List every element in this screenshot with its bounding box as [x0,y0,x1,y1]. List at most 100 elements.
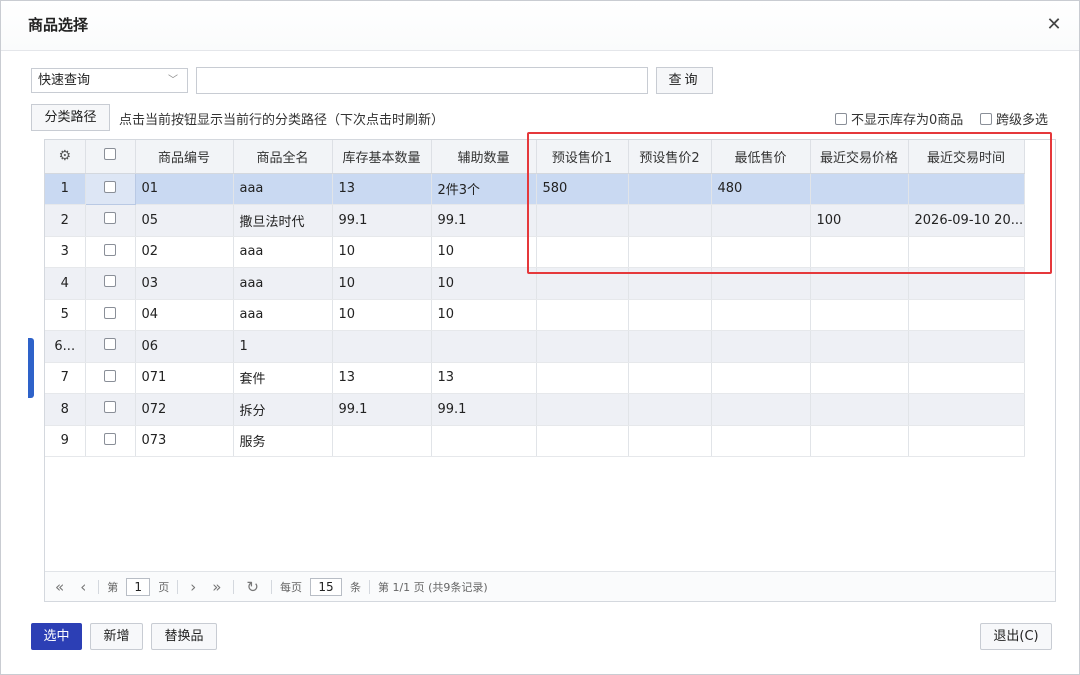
cell-aux-qty: 10 [431,236,537,268]
pager-divider [177,579,179,594]
cell-last-time [908,425,1025,457]
cell-code: 071 [135,362,234,394]
page-number-input[interactable]: 1 [126,577,151,596]
row-checkbox[interactable] [104,338,116,351]
cell-aux-qty: 2件3个 [431,173,537,205]
row-checkbox[interactable] [104,306,116,319]
gear-icon[interactable]: ⚙ [58,148,71,164]
row-checkbox[interactable] [104,369,116,382]
cell-price2 [628,204,712,237]
col-header-last-price[interactable]: 最近交易价格 [810,140,909,174]
product-grid: ⚙ 商品编号 商品全名 库存基本数量 辅助数量 预设售价1 预设售价2 最低售价… [44,139,1056,602]
per-page-input[interactable]: 15 [309,577,342,596]
side-collapse-handle[interactable] [28,338,34,398]
hide-zero-stock-checkbox[interactable] [835,112,847,125]
chevron-down-icon: ﹀ [168,75,178,86]
row-checkbox[interactable] [104,212,116,225]
row-select-cell[interactable] [85,267,136,300]
cell-stock-qty: 99.1 [332,204,432,237]
cell-name: 套件 [233,362,333,394]
cell-code: 04 [135,299,234,331]
row-select-cell[interactable] [85,204,136,237]
table-row[interactable]: 6... 06 1 [45,330,1025,363]
pager-divider [98,579,100,594]
product-table: ⚙ 商品编号 商品全名 库存基本数量 辅助数量 预设售价1 预设售价2 最低售价… [45,140,1025,457]
query-button[interactable]: 查询 [656,67,713,94]
search-input[interactable] [196,67,648,94]
col-header-name[interactable]: 商品全名 [233,140,333,174]
cross-level-multi-checkbox[interactable] [980,112,992,125]
cell-stock-qty: 99.1 [332,393,432,426]
cell-price2 [628,236,712,268]
row-checkbox[interactable] [104,243,116,256]
select-all-checkbox[interactable] [104,148,116,161]
table-row[interactable]: 3 02 aaa 10 10 [45,236,1025,268]
category-path-hint: 点击当前按钮显示当前行的分类路径（下次点击时刷新） [119,113,445,128]
category-path-button[interactable]: 分类路径 [31,104,110,131]
cell-name: 1 [233,330,333,363]
close-icon[interactable]: ✕ [1045,16,1063,34]
row-checkbox[interactable] [104,180,116,193]
row-index: 6... [45,330,86,363]
row-checkbox[interactable] [104,275,116,288]
next-page-icon[interactable]: › [190,578,196,596]
cell-code: 06 [135,330,234,363]
cell-price1 [536,299,629,331]
first-page-icon[interactable]: « [55,578,64,596]
query-type-select[interactable]: 快速查询 ﹀ [31,68,188,93]
cell-min-price: 480 [711,173,811,205]
cell-last-price [810,267,909,300]
table-row[interactable]: 7 071 套件 13 13 [45,362,1025,394]
row-select-cell[interactable] [85,362,136,394]
refresh-icon[interactable]: ↻ [246,578,259,596]
row-select-cell[interactable] [85,425,136,457]
col-header-aux-qty[interactable]: 辅助数量 [431,140,537,174]
cell-min-price [711,267,811,300]
row-select-cell[interactable] [85,393,136,426]
row-checkbox[interactable] [104,401,116,414]
hide-zero-stock-option[interactable]: 不显示库存为0商品 [835,109,963,128]
cell-name: aaa [233,173,333,205]
cell-min-price [711,362,811,394]
row-select-cell[interactable] [85,236,136,268]
table-row[interactable]: 1 01 aaa 13 2件3个 580 480 [45,172,1025,205]
cell-aux-qty: 10 [431,267,537,300]
row-select-cell[interactable] [84,172,136,205]
cell-aux-qty: 99.1 [431,393,537,426]
row-checkbox[interactable] [104,432,116,445]
cell-code: 072 [135,393,234,426]
exit-button[interactable]: 退出(C) [980,623,1052,650]
cell-price1 [536,330,629,363]
last-page-icon[interactable]: » [212,578,221,596]
cell-price2 [628,299,712,331]
table-row[interactable]: 2 05 撒旦法时代 99.1 99.1 100 2026-09-10 20..… [45,204,1025,237]
column-settings-cell[interactable]: ⚙ [45,140,86,174]
col-header-price1[interactable]: 预设售价1 [536,140,629,174]
table-row[interactable]: 9 073 服务 [45,425,1025,457]
col-header-min-price[interactable]: 最低售价 [711,140,811,174]
col-header-stock-qty[interactable]: 库存基本数量 [332,140,432,174]
col-header-last-time[interactable]: 最近交易时间 [908,140,1025,174]
table-row[interactable]: 4 03 aaa 10 10 [45,267,1025,300]
row-select-cell[interactable] [85,299,136,331]
cell-last-time [908,267,1025,300]
cell-min-price [711,236,811,268]
cell-price1 [536,425,629,457]
cell-last-time [908,173,1025,205]
replace-button[interactable]: 替换品 [151,623,217,650]
cell-code: 02 [135,236,234,268]
table-row[interactable]: 8 072 拆分 99.1 99.1 [45,393,1025,426]
select-all-cell[interactable] [85,140,136,174]
cell-min-price [711,299,811,331]
cell-aux-qty: 99.1 [431,204,537,237]
cross-level-multi-option[interactable]: 跨级多选 [980,109,1048,128]
cell-price1 [536,393,629,426]
col-header-price2[interactable]: 预设售价2 [628,140,712,174]
add-button[interactable]: 新增 [90,623,143,650]
prev-page-icon[interactable]: ‹ [80,578,86,596]
row-select-cell[interactable] [85,330,136,363]
col-header-code[interactable]: 商品编号 [135,140,234,174]
select-button[interactable]: 选中 [31,623,82,650]
table-row[interactable]: 5 04 aaa 10 10 [45,299,1025,331]
hide-zero-stock-label: 不显示库存为0商品 [851,113,964,128]
